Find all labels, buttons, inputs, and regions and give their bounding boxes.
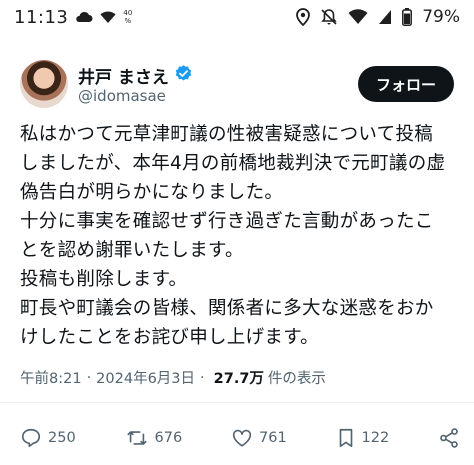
like-button[interactable]: 761 [231, 427, 287, 449]
tweet-date[interactable]: 2024年6月3日 [96, 367, 195, 388]
tweet-text-line: 町長や町議会の皆様、関係者に多大な迷惑をおか [20, 298, 434, 319]
status-bar: 11:13 40 % 79% [0, 0, 474, 34]
cloud-icon [75, 10, 93, 24]
repost-count: 676 [154, 430, 183, 446]
share-icon [438, 427, 460, 449]
action-bar: 250 676 761 122 [20, 424, 460, 452]
tweet-meta: 午前8:21 · 2024年6月3日 · 27.7万 件の表示 [20, 367, 326, 388]
reply-count: 250 [48, 430, 76, 446]
like-icon [231, 427, 253, 449]
views-label: 件の表示 [267, 371, 326, 387]
tweet-text-line: とを認め謝罪いたします。 [20, 240, 244, 261]
repost-button[interactable]: 676 [125, 427, 183, 449]
location-icon [296, 8, 311, 26]
status-time: 11:13 [14, 6, 69, 28]
verified-badge-icon [174, 64, 193, 87]
tweet-text-line: けしたことをお詫び申し上げます。 [20, 327, 319, 348]
tweet-text-line: しましたが、本年4月の前橋地裁判決で元町議の虚 [20, 153, 446, 174]
bookmark-count: 122 [361, 430, 390, 446]
network-speed-unit: % [124, 17, 132, 25]
tweet-text: 私はかつて元草津町議の性被害疑惑について投稿 しましたが、本年4月の前橋地裁判決… [20, 120, 460, 352]
share-button[interactable] [438, 427, 460, 449]
repost-icon [125, 427, 149, 449]
tweet-text-line: 偽告白が明らかになりました。 [20, 182, 284, 203]
signal-bars-icon [378, 9, 392, 25]
reply-button[interactable]: 250 [20, 427, 76, 449]
tweet-text-line: 十分に事実を確認せず行き過ぎた言動があったこ [20, 211, 434, 232]
network-speed: 40 % [123, 9, 132, 25]
bookmark-button[interactable]: 122 [336, 427, 390, 449]
battery-percent: 79% [422, 7, 460, 27]
meta-separator: · [86, 369, 92, 386]
wifi-icon [100, 10, 116, 24]
signal-icon [348, 9, 368, 25]
bookmark-icon [336, 427, 356, 449]
avatar[interactable] [20, 60, 68, 108]
author-name[interactable]: 井戸 まさえ [78, 63, 169, 88]
mute-icon [320, 8, 338, 26]
tweet-text-line: 私はかつて元草津町議の性被害疑惑について投稿 [20, 124, 434, 145]
follow-button[interactable]: フォロー [357, 66, 454, 102]
reply-icon [20, 427, 42, 449]
tweet-text-line: 投稿も削除します。 [20, 269, 188, 290]
views-count[interactable]: 27.7万 [214, 367, 264, 388]
tweet-time[interactable]: 午前8:21 [20, 367, 82, 388]
like-count: 761 [259, 430, 287, 446]
network-speed-value: 40 [123, 9, 133, 17]
tweet-header: 井戸 まさえ @idomasae フォロー [20, 60, 454, 110]
divider [0, 402, 474, 403]
battery-icon [402, 8, 413, 26]
author-handle[interactable]: @idomasae [78, 87, 166, 105]
meta-separator: · [200, 369, 205, 386]
